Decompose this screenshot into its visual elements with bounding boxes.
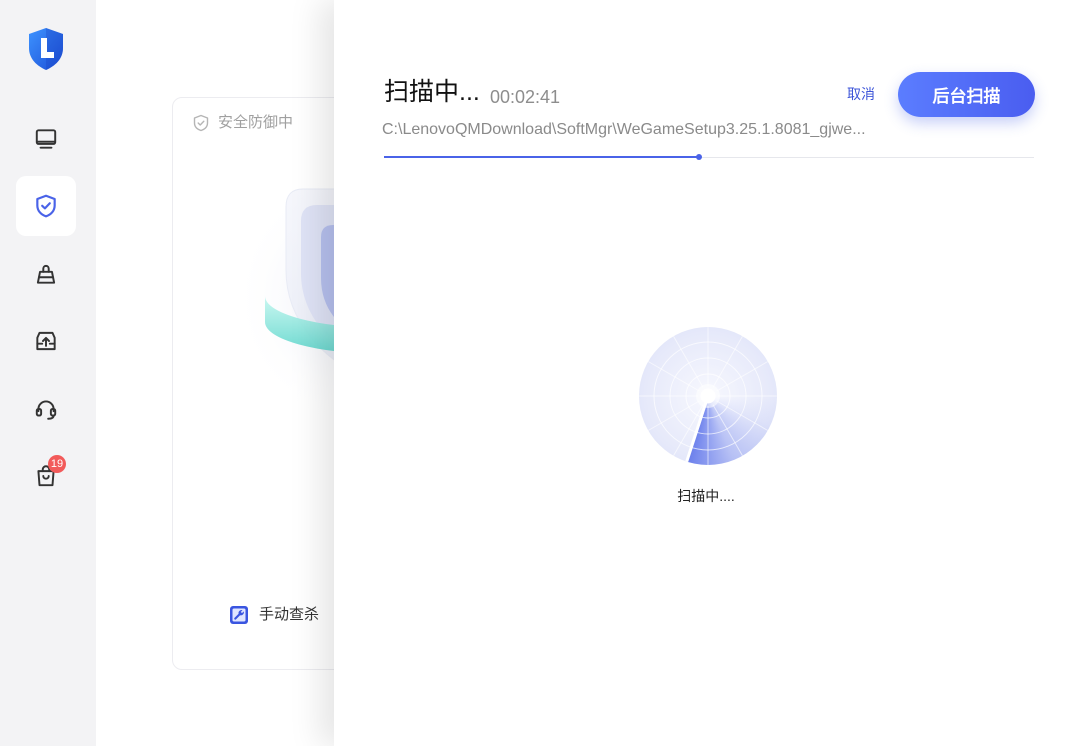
sidebar-item-drivers[interactable] <box>16 311 76 371</box>
clean-bag-icon <box>36 264 56 284</box>
sidebar-item-security[interactable] <box>16 176 76 236</box>
sidebar-item-service[interactable] <box>16 379 76 439</box>
scan-progress-bar <box>384 154 1034 160</box>
scan-progress-fill <box>384 156 700 158</box>
drive-upload-icon <box>36 331 56 351</box>
radar-grid <box>639 327 777 465</box>
radar-status-label: 扫描中.... <box>677 488 735 504</box>
sidebar-item-cleanup[interactable] <box>16 244 76 304</box>
shield-check-outline-icon <box>193 114 209 132</box>
wrench-icon <box>230 606 248 624</box>
cancel-scan-link[interactable]: 取消 <box>847 85 875 103</box>
protection-status-label: 安全防御中 <box>218 114 294 131</box>
sidebar-item-store[interactable]: 19 <box>16 446 76 506</box>
current-scan-file: C:\LenovoQMDownload\SoftMgr\WeGameSetup3… <box>382 121 866 138</box>
headset-icon <box>35 400 57 420</box>
protection-status: 安全防御中 <box>192 114 293 132</box>
manual-scan-button[interactable]: 手动查杀 <box>229 605 319 625</box>
scan-panel: 扫描中... 00:02:41 取消 后台扫描 C:\LenovoQMDownl… <box>334 0 1079 746</box>
lenovo-shield-logo-icon <box>29 28 63 70</box>
shield-check-icon <box>36 194 56 218</box>
scan-title: 扫描中... <box>384 78 480 106</box>
scan-progress-knob <box>696 154 703 160</box>
manual-scan-label: 手动查杀 <box>259 606 320 623</box>
background-scan-button[interactable]: 后台扫描 <box>898 72 1035 117</box>
sidebar-item-device[interactable] <box>16 109 76 169</box>
sidebar: 19 <box>0 0 96 746</box>
scan-elapsed-time: 00:02:41 <box>490 87 561 107</box>
radar-center-dot <box>700 388 716 404</box>
store-badge: 19 <box>48 455 66 473</box>
scan-radar <box>639 327 777 465</box>
monitor-icon <box>35 129 57 149</box>
